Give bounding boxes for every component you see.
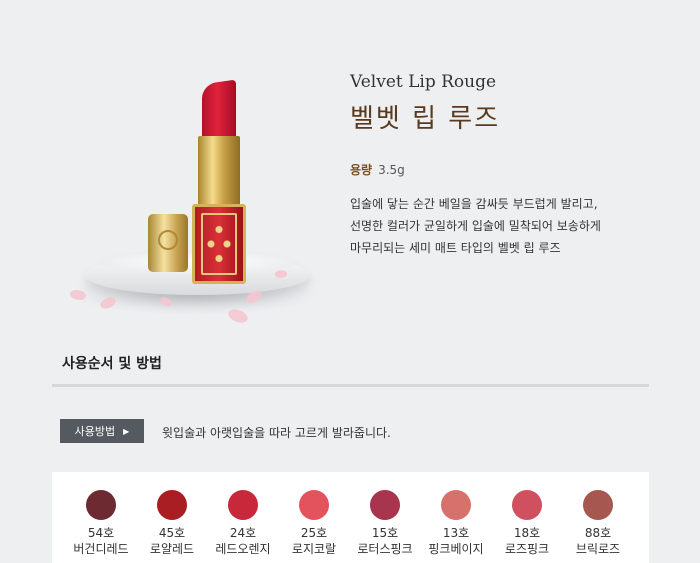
shade-swatch[interactable]: 13호 핑크베이지 [420,490,492,557]
shade-color-dot [441,490,471,520]
shade-number: 25호 [300,526,328,540]
shade-swatch[interactable]: 45호 로얄레드 [136,490,208,557]
shade-name: 브릭로즈 [575,542,621,556]
shade-color-dot [299,490,329,520]
lipstick-pattern [201,213,237,275]
shade-color-dot [157,490,187,520]
capacity-label: 용량 [350,163,373,177]
usage-section-title: 사용순서 및 방법 [62,356,162,372]
shade-name: 버건디레드 [73,542,129,556]
shade-swatch[interactable]: 18호 로즈핑크 [491,490,563,557]
shade-swatch[interactable]: 25호 로지코랄 [278,490,350,557]
shade-color-dot [86,490,116,520]
description-line: 마무리되는 세미 매트 타입의 벨벳 립 루즈 [350,241,561,255]
shade-number: 18호 [513,526,541,540]
capacity: 용량 3.5g [350,161,405,178]
shade-swatch[interactable]: 15호 로터스핑크 [349,490,421,557]
shade-color-dot [583,490,613,520]
lipstick-tube [198,136,240,208]
shade-number: 13호 [442,526,470,540]
shade-name: 로즈핑크 [504,542,550,556]
shade-number: 45호 [158,526,186,540]
cap-emblem-icon [158,230,178,250]
usage-method-button[interactable]: 사용방법 ▶ [60,419,144,443]
shade-name: 로얄레드 [149,542,195,556]
shade-number: 88호 [584,526,612,540]
shade-name: 레드오렌지 [215,542,271,556]
shade-swatch-panel: 54호 버건디레드 45호 로얄레드 24호 레드오렌지 25호 로지코랄 15… [52,472,649,563]
shade-swatch[interactable]: 24호 레드오렌지 [207,490,279,557]
lipstick-cap [148,214,188,272]
usage-method-label: 사용방법 [74,425,116,438]
product-title-ko: 벨벳 립 루즈 [350,104,501,134]
section-divider [52,384,649,387]
description-line: 선명한 컬러가 균일하게 입술에 밀착되어 보송하게 [350,219,601,233]
usage-instruction: 윗입술과 아랫입술을 따라 고르게 발라줍니다. [162,426,391,440]
lipstick-base [192,204,246,284]
shade-color-dot [370,490,400,520]
shade-number: 15호 [371,526,399,540]
shade-name: 로지코랄 [291,542,337,556]
product-image [60,70,330,330]
capacity-value: 3.5g [378,163,405,177]
product-description: 입술에 닿는 순간 베일을 감싸듯 부드럽게 발리고, 선명한 컬러가 균일하게… [350,193,601,259]
arrow-right-icon: ▶ [123,426,130,436]
product-title-en: Velvet Lip Rouge [350,72,497,92]
shade-name: 핑크베이지 [428,542,484,556]
shade-swatch[interactable]: 88호 브릭로즈 [562,490,634,557]
shade-name: 로터스핑크 [357,542,413,556]
shade-swatch[interactable]: 54호 버건디레드 [65,490,137,557]
shade-color-dot [512,490,542,520]
description-line: 입술에 닿는 순간 베일을 감싸듯 부드럽게 발리고, [350,197,598,211]
shade-number: 54호 [87,526,115,540]
shade-number: 24호 [229,526,257,540]
shade-color-dot [228,490,258,520]
